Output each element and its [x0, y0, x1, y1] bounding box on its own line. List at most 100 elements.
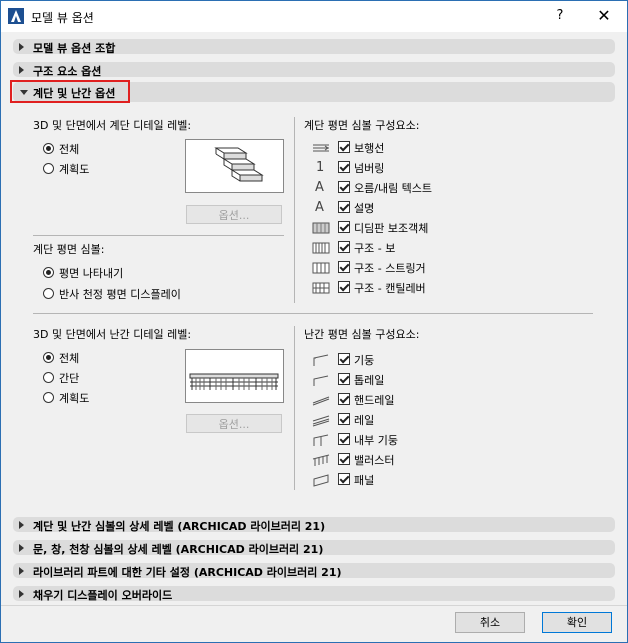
rail-checkbox[interactable] [338, 413, 350, 425]
checkbox-label: 오름/내림 텍스트 [354, 182, 433, 195]
panel-icon [313, 474, 329, 487]
numbering-checkbox[interactable] [338, 161, 350, 173]
checkbox-label: 넘버링 [354, 162, 385, 175]
structure-cantilever-checkbox[interactable] [338, 281, 350, 293]
expand-arrow-icon [19, 521, 24, 529]
expand-arrow-icon [19, 43, 24, 51]
section-label: 구조 요소 옵션 [33, 65, 102, 78]
checkbox-label: 밸러스터 [354, 454, 395, 467]
post-icon [313, 354, 329, 366]
stair-detail-heading: 3D 및 단면에서 계단 디테일 레벨: [33, 119, 192, 132]
description-checkbox[interactable] [338, 201, 350, 213]
checkbox-label: 톱레일 [354, 374, 385, 387]
railing-detail-schematic-radio[interactable] [43, 392, 54, 403]
railing-components-heading: 난간 평면 심볼 구성요소: [304, 328, 420, 341]
section-door-window-skylight-detail[interactable]: 문, 창, 천창 심볼의 상세 레벨 (ARCHICAD 라이브러리 21) [13, 540, 615, 556]
expand-arrow-icon [19, 66, 24, 74]
toprail-checkbox[interactable] [338, 373, 350, 385]
checkbox-label: 보행선 [354, 142, 385, 155]
section-label: 라이브러리 파트에 대한 기타 설정 (ARCHICAD 라이브러리 21) [33, 566, 342, 579]
railing-preview-image [185, 349, 284, 403]
section-stair-railing-symbol-detail[interactable]: 계단 및 난간 심볼의 상세 레벨 (ARCHICAD 라이브러리 21) [13, 517, 615, 533]
structure-stringer-icon [312, 262, 330, 274]
help-button[interactable]: ? [546, 4, 574, 28]
dialog-window: 모델 뷰 옵션 ? ✕ 모델 뷰 옵션 조합 구조 요소 옵션 계단 및 난간 … [0, 0, 628, 643]
section-library-part-other-settings[interactable]: 라이브러리 파트에 대한 기타 설정 (ARCHICAD 라이브러리 21) [13, 563, 615, 579]
handrail-icon [312, 396, 330, 406]
column-divider [294, 117, 295, 303]
radio-label: 반사 천정 평면 디스플레이 [59, 288, 181, 301]
railing-options-button[interactable]: 옵션... [186, 414, 282, 433]
inner-post-checkbox[interactable] [338, 433, 350, 445]
structure-stringer-checkbox[interactable] [338, 261, 350, 273]
radio-label: 전체 [59, 143, 80, 156]
section-label: 계단 및 난간 심볼의 상세 레벨 (ARCHICAD 라이브러리 21) [33, 520, 326, 533]
railing-preview-icon [189, 373, 279, 390]
section-model-view-combination[interactable]: 모델 뷰 옵션 조합 [13, 39, 615, 55]
stair-railing-panel [13, 102, 615, 510]
divider [33, 313, 593, 314]
divider [33, 235, 284, 236]
section-label: 채우기 디스플레이 오버라이드 [33, 589, 173, 602]
archicad-app-icon [8, 8, 24, 24]
radio-label: 간단 [59, 372, 80, 385]
ok-button[interactable]: 확인 [542, 612, 612, 633]
column-divider [294, 326, 295, 490]
structure-beam-icon [312, 242, 330, 254]
description-icon: A [315, 200, 324, 215]
window-title: 모델 뷰 옵션 [31, 11, 94, 25]
section-label: 모델 뷰 옵션 조합 [33, 42, 116, 55]
updown-text-icon: A [315, 180, 324, 195]
cancel-button[interactable]: 취소 [455, 612, 525, 633]
section-structural-options[interactable]: 구조 요소 옵션 [13, 62, 615, 78]
checkbox-label: 레일 [354, 414, 375, 427]
structure-beam-checkbox[interactable] [338, 241, 350, 253]
handrail-checkbox[interactable] [338, 393, 350, 405]
tread-accessory-checkbox[interactable] [338, 221, 350, 233]
checkbox-label: 핸드레일 [354, 394, 395, 407]
checkbox-label: 디딤판 보조객체 [354, 222, 429, 235]
baluster-checkbox[interactable] [338, 453, 350, 465]
checkbox-label: 구조 - 스트링거 [354, 262, 426, 275]
railing-detail-simple-radio[interactable] [43, 372, 54, 383]
railing-detail-heading: 3D 및 단면에서 난간 디테일 레벨: [33, 328, 192, 341]
radio-label: 전체 [59, 352, 80, 365]
post-checkbox[interactable] [338, 353, 350, 365]
checkbox-label: 내부 기둥 [354, 434, 398, 447]
stair-preview-icon [214, 147, 264, 182]
panel-checkbox[interactable] [338, 473, 350, 485]
section-label: 문, 창, 천창 심볼의 상세 레벨 (ARCHICAD 라이브러리 21) [33, 543, 324, 556]
stair-detail-schematic-radio[interactable] [43, 163, 54, 174]
expand-arrow-icon [19, 590, 24, 598]
railing-detail-full-radio[interactable] [43, 352, 54, 363]
expand-arrow-icon [19, 567, 24, 575]
annotation-highlight-box [10, 80, 130, 103]
walkline-icon [313, 144, 329, 152]
radio-label: 평면 나타내기 [59, 267, 124, 280]
rail-icon [312, 415, 330, 427]
checkbox-label: 패널 [354, 474, 375, 487]
plan-view-display-radio[interactable] [43, 267, 54, 278]
checkbox-label: 설명 [354, 202, 375, 215]
updown-text-checkbox[interactable] [338, 181, 350, 193]
stair-options-button[interactable]: 옵션... [186, 205, 282, 224]
title-bar: 모델 뷰 옵션 ? ✕ [1, 1, 627, 32]
stair-components-heading: 계단 평면 심볼 구성요소: [304, 119, 420, 132]
tread-accessory-icon [312, 222, 330, 234]
expand-arrow-icon [19, 544, 24, 552]
section-fill-display-override[interactable]: 채우기 디스플레이 오버라이드 [13, 586, 615, 602]
reflected-ceiling-plan-radio[interactable] [43, 288, 54, 299]
close-button[interactable]: ✕ [589, 4, 619, 28]
inner-post-icon [313, 434, 329, 446]
stair-plan-heading: 계단 평면 심볼: [33, 243, 105, 256]
numbering-icon: 1 [316, 160, 325, 175]
checkbox-label: 구조 - 보 [354, 242, 396, 255]
radio-label: 계획도 [59, 163, 90, 176]
walkline-checkbox[interactable] [338, 141, 350, 153]
checkbox-label: 기둥 [354, 354, 375, 367]
structure-cantilever-icon [312, 282, 330, 294]
stair-preview-image [185, 139, 284, 193]
checkbox-label: 구조 - 캔틸레버 [354, 282, 426, 295]
baluster-icon [312, 454, 330, 466]
stair-detail-full-radio[interactable] [43, 143, 54, 154]
